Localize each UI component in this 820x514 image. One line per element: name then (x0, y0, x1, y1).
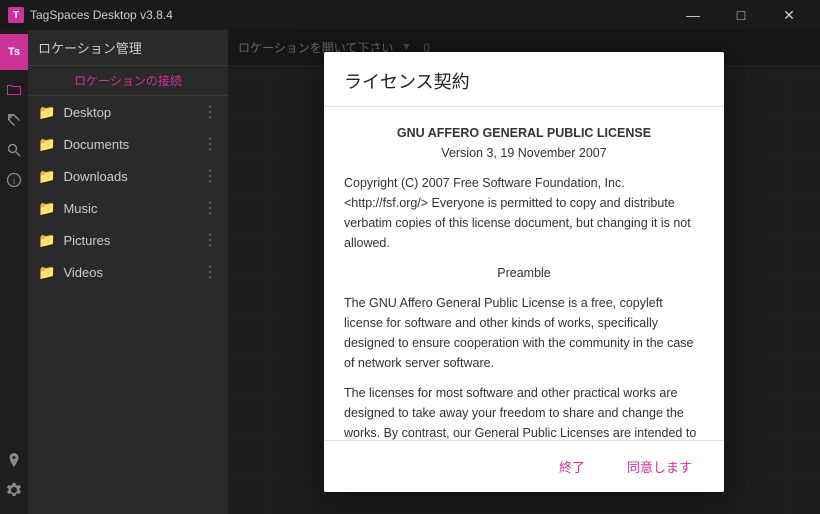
sidebar-icons-bottom (0, 446, 28, 510)
sidebar-item-label: Downloads (63, 169, 127, 184)
folder-icon: 📁 (38, 264, 55, 281)
minimize-button[interactable]: — (670, 0, 716, 30)
main-content: ロケーションを開いて下さい ▼ 0 ライセンス契約 GNU AFFERO GEN… (228, 30, 820, 514)
svg-text:i: i (13, 176, 15, 186)
para-1: Copyright (C) 2007 Free Software Foundat… (344, 173, 704, 253)
dialog-footer: 終了 同意します (324, 440, 724, 492)
icon-sidebar: Ts i (0, 30, 28, 514)
sidebar-icon-info[interactable]: i (0, 166, 28, 194)
more-icon[interactable]: ⋮ (202, 166, 218, 186)
more-icon[interactable]: ⋮ (202, 134, 218, 154)
sidebar-panel: ロケーション管理 ロケーションの接続 📁 Desktop ⋮ 📁 Documen… (28, 30, 228, 514)
maximize-button[interactable]: □ (718, 0, 764, 30)
sidebar-item-documents[interactable]: 📁 Documents ⋮ (28, 128, 228, 160)
sidebar-item-videos[interactable]: 📁 Videos ⋮ (28, 256, 228, 288)
para-preamble: Preamble (344, 263, 704, 283)
sidebar-item-label: Desktop (63, 105, 111, 120)
para-3: The licenses for most software and other… (344, 383, 704, 440)
sidebar-item-music[interactable]: 📁 Music ⋮ (28, 192, 228, 224)
license-title: GNU AFFERO GENERAL PUBLIC LICENSE Versio… (344, 123, 704, 163)
modal-overlay: ライセンス契約 GNU AFFERO GENERAL PUBLIC LICENS… (228, 30, 820, 514)
sidebar-item-label: Pictures (63, 233, 110, 248)
folder-icon: 📁 (38, 200, 55, 217)
sidebar-icon-location[interactable] (0, 446, 28, 474)
window-controls: — □ ✕ (670, 0, 812, 30)
more-icon[interactable]: ⋮ (202, 230, 218, 250)
title-bar: T TagSpaces Desktop v3.8.4 — □ ✕ (0, 0, 820, 30)
more-icon[interactable]: ⋮ (202, 198, 218, 218)
decline-button[interactable]: 終了 (543, 451, 601, 482)
para-2: The GNU Affero General Public License is… (344, 293, 704, 373)
accept-button[interactable]: 同意します (611, 451, 708, 482)
sidebar-item-label: Documents (63, 137, 129, 152)
sidebar-item-downloads[interactable]: 📁 Downloads ⋮ (28, 160, 228, 192)
sidebar-item-label: Music (63, 201, 97, 216)
logo: Ts (0, 34, 28, 70)
folder-icon: 📁 (38, 104, 55, 121)
app-icon: T (8, 7, 24, 23)
folder-icon: 📁 (38, 232, 55, 249)
title-bar-left: T TagSpaces Desktop v3.8.4 (8, 7, 173, 23)
sidebar-icon-folder[interactable] (0, 76, 28, 104)
window-title: TagSpaces Desktop v3.8.4 (30, 8, 173, 22)
license-dialog: ライセンス契約 GNU AFFERO GENERAL PUBLIC LICENS… (324, 52, 724, 492)
app-body: Ts i ロケーション管理 ロケーション (0, 30, 820, 514)
sidebar-icon-settings[interactable] (0, 476, 28, 504)
folder-icon: 📁 (38, 168, 55, 185)
close-button[interactable]: ✕ (766, 0, 812, 30)
sidebar-icons-top: i (0, 72, 28, 444)
dialog-title: ライセンス契約 (324, 52, 724, 107)
sidebar-header: ロケーション管理 (28, 30, 228, 66)
folder-icon: 📁 (38, 136, 55, 153)
dialog-body[interactable]: GNU AFFERO GENERAL PUBLIC LICENSE Versio… (324, 107, 724, 440)
sidebar-item-desktop[interactable]: 📁 Desktop ⋮ (28, 96, 228, 128)
more-icon[interactable]: ⋮ (202, 262, 218, 282)
sidebar-icon-search[interactable] (0, 136, 28, 164)
sidebar-icon-tag[interactable] (0, 106, 28, 134)
sidebar-connect-button[interactable]: ロケーションの接続 (28, 66, 228, 96)
more-icon[interactable]: ⋮ (202, 102, 218, 122)
sidebar-item-pictures[interactable]: 📁 Pictures ⋮ (28, 224, 228, 256)
sidebar-item-label: Videos (63, 265, 103, 280)
